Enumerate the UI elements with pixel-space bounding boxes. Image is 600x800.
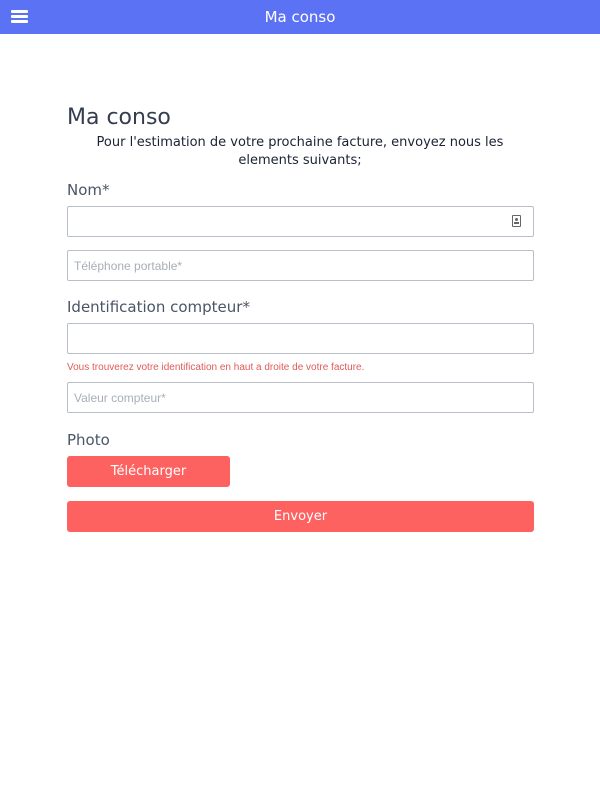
upload-button[interactable]: Télécharger bbox=[67, 456, 230, 487]
form-intro-text: Pour l'estimation de votre prochaine fac… bbox=[96, 135, 504, 168]
photo-label: Photo bbox=[67, 431, 110, 449]
app-bar-title: Ma conso bbox=[264, 8, 336, 26]
name-input[interactable] bbox=[67, 206, 534, 237]
meter-id-hint: Vous trouverez votre identification en h… bbox=[67, 362, 365, 373]
name-label: Nom* bbox=[67, 181, 110, 199]
phone-input[interactable] bbox=[67, 250, 534, 281]
meter-id-input[interactable] bbox=[67, 323, 534, 354]
page-title: Ma conso bbox=[67, 105, 171, 130]
contact-card-icon[interactable] bbox=[512, 215, 521, 227]
meter-id-label: Identification compteur* bbox=[67, 298, 250, 316]
submit-button[interactable]: Envoyer bbox=[67, 501, 534, 532]
meter-value-input[interactable] bbox=[67, 382, 534, 413]
app-bar: Ma conso bbox=[0, 0, 600, 34]
